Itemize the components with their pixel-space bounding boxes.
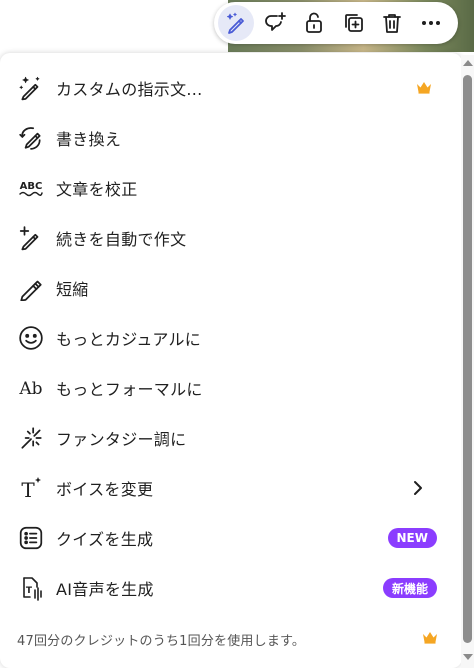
menu-item-label: 続きを自動で作文 (56, 230, 187, 249)
magic-pen-icon (227, 12, 244, 34)
menu-item-change-voice[interactable]: T ボイスを変更 (0, 464, 456, 512)
menu-item-label: カスタムの指示文... (56, 80, 203, 99)
menu-item-casual[interactable]: もっとカジュアルに (0, 314, 456, 362)
credits-notice: 47回分のクレジットのうち1回分を使用します。 (17, 634, 306, 649)
menu-item-label: AI音声を生成 (56, 580, 154, 599)
crown-icon (423, 632, 437, 644)
duplicate-icon (345, 14, 363, 32)
pen-plus-icon (17, 224, 45, 252)
sparkle-burst-icon (17, 424, 45, 452)
add-comment-button[interactable] (257, 5, 293, 41)
menu-item-label: 書き換え (56, 130, 122, 149)
magic-write-menu: カスタムの指示文... 書き換え ABC 文章を校正 続きを自動で作文 短縮 も… (0, 53, 462, 668)
menu-item-label: ボイスを変更 (56, 480, 154, 499)
menu-item-label: クイズを生成 (56, 530, 154, 549)
svg-text:Ab: Ab (18, 379, 42, 399)
rewrite-icon (17, 124, 45, 152)
spellcheck-abc-icon: ABC (17, 174, 45, 202)
menu-item-label: 短縮 (56, 280, 89, 299)
svg-text:T: T (26, 586, 33, 596)
menu-item-generate-quiz[interactable]: クイズを生成 NEW (0, 514, 456, 562)
svg-text:T: T (21, 478, 35, 501)
new-badge: NEW (387, 528, 437, 548)
lock-button[interactable] (296, 5, 332, 41)
svg-text:ABC: ABC (20, 181, 43, 192)
list-icon (17, 524, 45, 552)
menu-item-custom-prompt[interactable]: カスタムの指示文... (0, 64, 456, 112)
crown-icon (417, 82, 431, 94)
chevron-right-icon (414, 481, 422, 495)
more-button[interactable] (413, 5, 449, 41)
menu-item-label: もっとカジュアルに (56, 330, 202, 349)
menu-item-rewrite[interactable]: 書き換え (0, 114, 456, 162)
magic-pen-icon (17, 74, 45, 102)
scroll-down-arrow-icon[interactable] (463, 654, 473, 660)
menu-item-label: ファンタジー調に (56, 430, 187, 449)
smiley-icon (17, 324, 45, 352)
menu-item-ai-voice[interactable]: T AI音声を生成 新機能 (0, 564, 456, 612)
menu-item-fantasy[interactable]: ファンタジー調に (0, 414, 456, 462)
menu-item-shorten[interactable]: 短縮 (0, 264, 456, 312)
text-sparkle-icon: T (17, 474, 45, 502)
menu-item-proofread[interactable]: ABC 文章を校正 (0, 164, 456, 212)
menu-item-continue-writing[interactable]: 続きを自動で作文 (0, 214, 456, 262)
menu-item-formal[interactable]: Ab もっとフォーマルに (0, 364, 456, 412)
duplicate-button[interactable] (335, 5, 371, 41)
add-comment-icon (265, 12, 286, 31)
unlock-icon (306, 12, 322, 33)
scroll-up-arrow-icon[interactable] (463, 60, 473, 66)
ab-text-icon: Ab (17, 374, 45, 402)
trash-icon (383, 14, 401, 33)
delete-button[interactable] (374, 5, 410, 41)
scrollbar-thumb[interactable] (463, 75, 472, 643)
menu-item-label: もっとフォーマルに (56, 380, 203, 399)
menu-item-label: 文章を校正 (56, 180, 138, 199)
floating-toolbar (214, 2, 458, 44)
new-feature-badge: 新機能 (382, 578, 437, 598)
pencil-icon (17, 274, 45, 302)
more-icon (422, 21, 440, 25)
voice-doc-icon: T (17, 574, 45, 602)
magic-write-button[interactable] (218, 5, 254, 41)
